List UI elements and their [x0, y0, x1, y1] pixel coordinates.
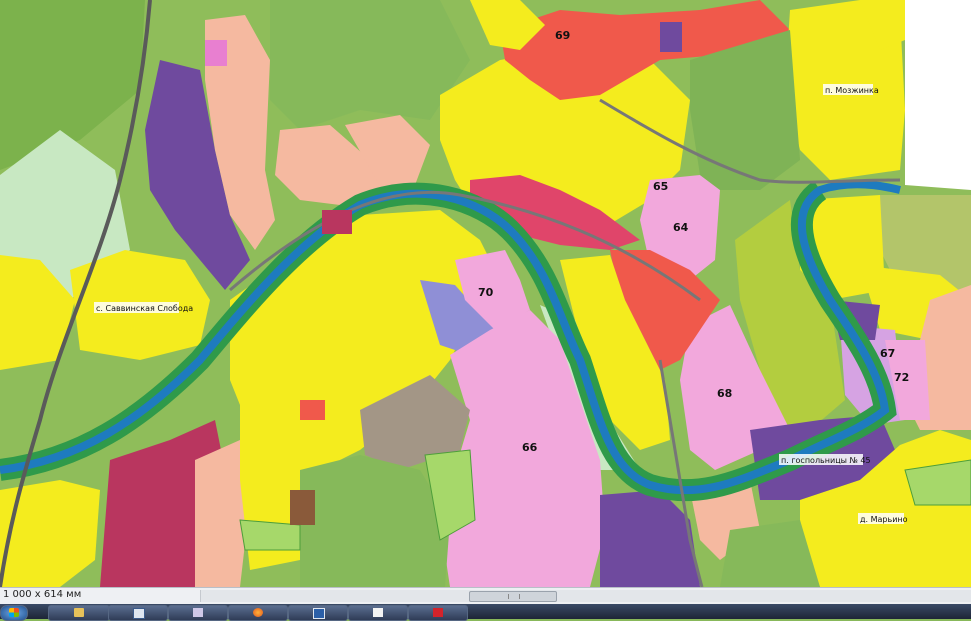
zone-white-outside	[905, 0, 971, 190]
parcel-1	[322, 210, 352, 234]
scrollbar-thumb[interactable]	[469, 591, 557, 602]
scrollbar-grip-icon	[508, 594, 520, 599]
status-bar: 1 000 x 614 мм	[0, 587, 971, 604]
parcel-2	[290, 490, 315, 525]
zone-label-68: 68	[717, 387, 732, 400]
zone-label-72: 72	[894, 371, 909, 384]
taskbar	[0, 604, 971, 621]
floppy-icon	[313, 608, 325, 619]
place-label-savvinskaya: с. Саввинская Слобода	[96, 304, 193, 313]
red-app-icon	[433, 608, 443, 617]
zone-label-65: 65	[653, 180, 668, 193]
zone-label-66: 66	[522, 441, 538, 454]
parcel-5	[205, 40, 227, 66]
zone-label-64: 64	[673, 221, 689, 234]
zone-label-69: 69	[555, 29, 570, 42]
firefox-icon	[253, 608, 263, 617]
windows-icon	[9, 608, 19, 617]
zone-label-70: 70	[478, 286, 494, 299]
land-use-map[interactable]: 64 65 66 67 68 69 70 72 с. Саввинская Сл…	[0, 0, 971, 587]
place-label-mozzhinka: п. Мозжинка	[825, 86, 879, 95]
parcel-4	[300, 400, 325, 420]
place-label-hospital: п. госпольницы № 45	[781, 456, 871, 465]
document-icon	[373, 608, 383, 617]
place-label-marino: д. Марьино	[860, 515, 908, 524]
horizontal-scrollbar[interactable]	[200, 590, 971, 602]
envelope-icon	[193, 608, 203, 617]
scale-readout: 1 000 x 614 мм	[3, 589, 82, 600]
window-icon	[133, 608, 145, 619]
map-viewport[interactable]: 64 65 66 67 68 69 70 72 с. Саввинская Сл…	[0, 0, 971, 587]
parcel-3	[660, 22, 682, 52]
folder-icon	[74, 608, 84, 617]
zone-label-67: 67	[880, 347, 895, 360]
